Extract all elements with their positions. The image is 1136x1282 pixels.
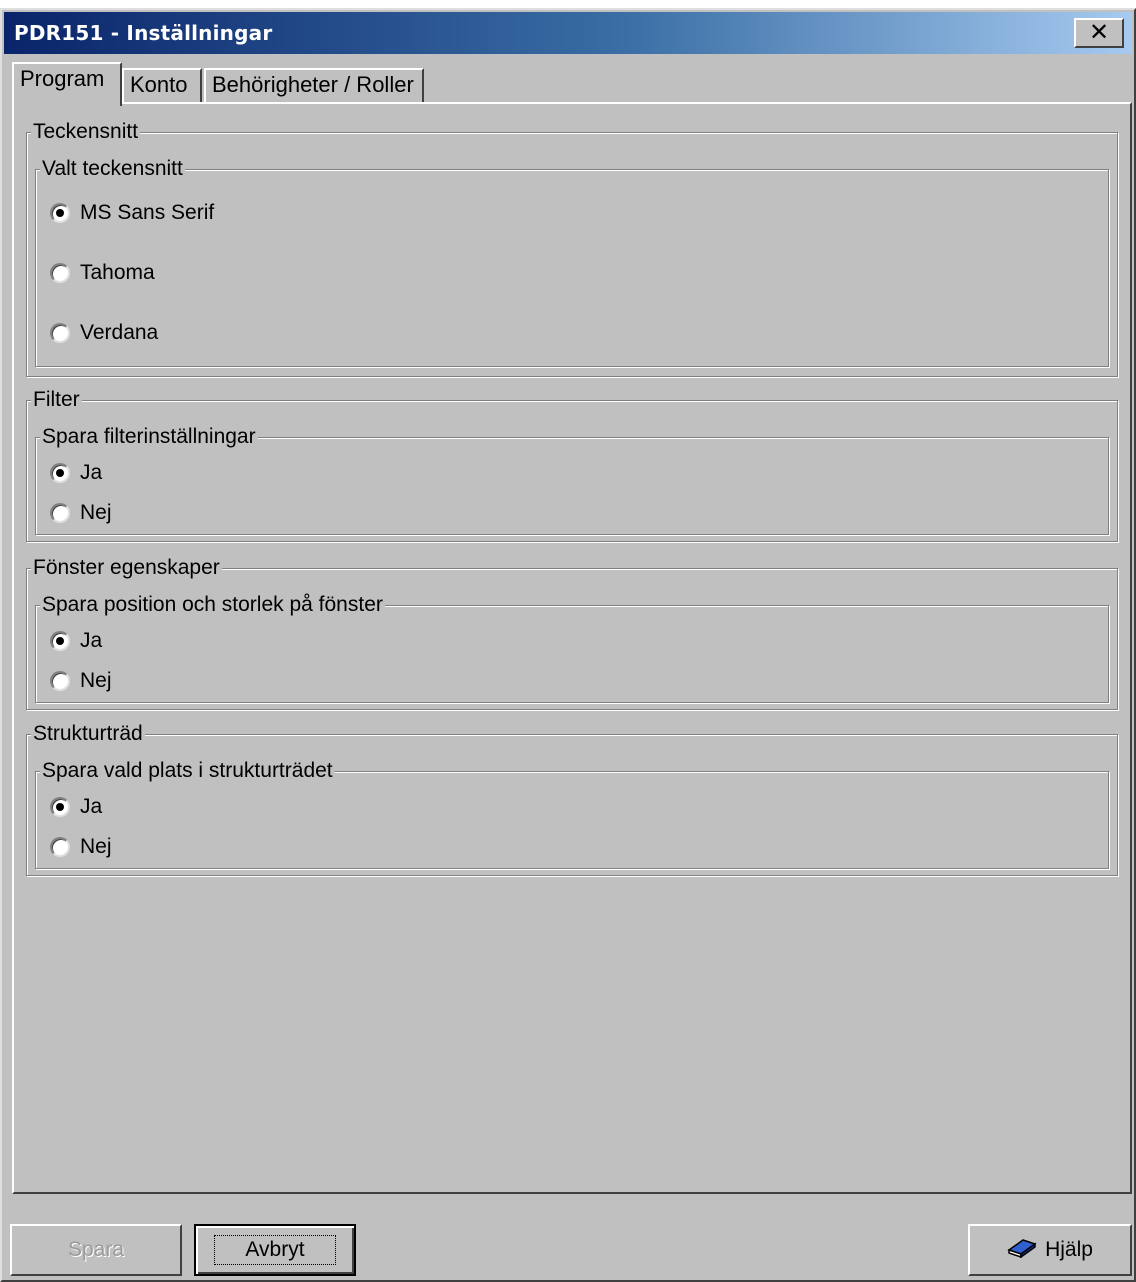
cancel-button-label: Avbryt	[214, 1235, 336, 1265]
radio-label: Nej	[80, 501, 112, 524]
radio-window-nej[interactable]: Nej	[50, 666, 112, 696]
radio-checked-dot	[56, 637, 64, 645]
window-props-group: Fönster egenskaper Spara position och st…	[26, 555, 1118, 710]
tab-program[interactable]: Program	[12, 62, 122, 106]
filter-group: Filter Spara filterinställningar Ja Nej	[26, 387, 1118, 542]
radio-button-icon	[50, 463, 70, 483]
tree-group-title: Strukturträd	[31, 721, 145, 747]
window-title: PDR151 - Inställningar	[14, 21, 273, 45]
tab-konto-label: Konto	[130, 72, 188, 97]
font-choice-group: Valt teckensnitt MS Sans Serif Tahoma Ve…	[35, 156, 1109, 367]
filter-save-group: Spara filterinställningar Ja Nej	[35, 424, 1109, 535]
font-choice-title: Valt teckensnitt	[40, 156, 185, 182]
radio-label: MS Sans Serif	[80, 201, 215, 224]
radio-ms-sans-serif[interactable]: MS Sans Serif	[50, 198, 214, 228]
close-button[interactable]: ✕	[1074, 18, 1124, 48]
radio-filter-ja[interactable]: Ja	[50, 458, 102, 488]
tab-behorigheter-label: Behörigheter / Roller	[212, 72, 414, 97]
tab-konto[interactable]: Konto	[122, 68, 202, 104]
tab-program-label: Program	[20, 66, 105, 91]
radio-label: Ja	[80, 629, 103, 652]
title-bar[interactable]: PDR151 - Inställningar ✕	[4, 12, 1132, 54]
help-button[interactable]: Hjälp	[968, 1224, 1132, 1276]
radio-verdana[interactable]: Verdana	[50, 318, 158, 348]
radio-checked-dot	[56, 803, 64, 811]
radio-tahoma[interactable]: Tahoma	[50, 258, 155, 288]
radio-label: Nej	[80, 669, 112, 692]
filter-save-title: Spara filterinställningar	[40, 424, 258, 450]
settings-window: PDR151 - Inställningar ✕ Program Konto B…	[0, 8, 1136, 1282]
radio-label: Ja	[80, 795, 103, 818]
radio-button-icon	[50, 203, 70, 223]
font-group-title: Teckensnitt	[31, 119, 141, 145]
close-icon: ✕	[1088, 18, 1110, 46]
radio-window-ja[interactable]: Ja	[50, 626, 102, 656]
window-save-group: Spara position och storlek på fönster Ja…	[35, 592, 1109, 703]
tree-save-group: Spara vald plats i strukturträdet Ja Nej	[35, 758, 1109, 869]
save-button-label: Spara	[67, 1238, 125, 1261]
help-book-icon	[1007, 1236, 1037, 1264]
radio-button-icon	[50, 323, 70, 343]
radio-checked-dot	[56, 209, 64, 217]
radio-button-icon	[50, 503, 70, 523]
radio-button-icon	[50, 837, 70, 857]
filter-group-title: Filter	[31, 387, 82, 413]
radio-tree-ja[interactable]: Ja	[50, 792, 102, 822]
tree-group: Strukturträd Spara vald plats i struktur…	[26, 721, 1118, 876]
radio-button-icon	[50, 263, 70, 283]
radio-label: Verdana	[80, 321, 159, 344]
save-button[interactable]: Spara	[10, 1224, 182, 1276]
tab-panel-program: Teckensnitt Valt teckensnitt MS Sans Ser…	[12, 102, 1132, 1194]
radio-label: Nej	[80, 835, 112, 858]
radio-button-icon	[50, 671, 70, 691]
radio-button-icon	[50, 797, 70, 817]
radio-checked-dot	[56, 469, 64, 477]
tree-save-title: Spara vald plats i strukturträdet	[40, 758, 335, 784]
font-group: Teckensnitt Valt teckensnitt MS Sans Ser…	[26, 119, 1118, 377]
tab-behorigheter[interactable]: Behörigheter / Roller	[204, 68, 424, 104]
window-save-title: Spara position och storlek på fönster	[40, 592, 385, 618]
radio-filter-nej[interactable]: Nej	[50, 498, 112, 528]
radio-label: Ja	[80, 461, 103, 484]
radio-label: Tahoma	[80, 261, 155, 284]
window-props-title: Fönster egenskaper	[31, 555, 222, 581]
radio-button-icon	[50, 631, 70, 651]
radio-tree-nej[interactable]: Nej	[50, 832, 112, 862]
cancel-button[interactable]: Avbryt	[194, 1224, 356, 1276]
help-button-label: Hjälp	[1045, 1238, 1093, 1261]
